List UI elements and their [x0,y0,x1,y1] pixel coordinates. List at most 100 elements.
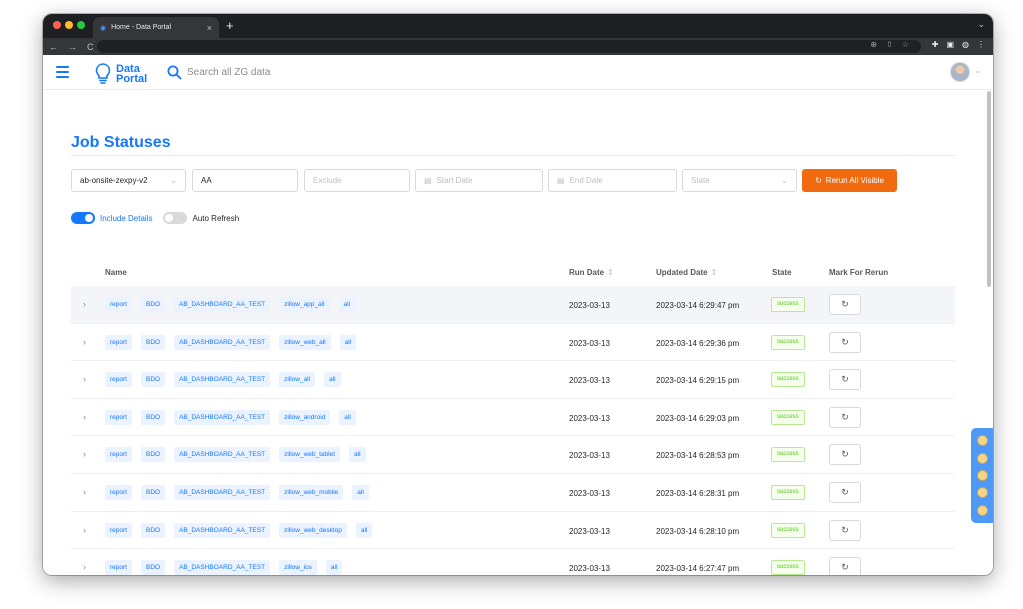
job-name-tags: report BDO AB_DASHBOARD_AA_TEST zillow_web_… [105,522,381,538]
table-row[interactable]: › report BDO AB_DASHBOARD_AA_TEST zillow_app… [71,286,955,324]
mark-for-rerun-button[interactable]: ↻ [829,294,861,315]
table-row[interactable]: › report BDO AB_DASHBOARD_AA_TEST zillow_web… [71,436,955,474]
expand-chevron-icon[interactable]: › [83,337,86,347]
title-divider [71,155,955,156]
mark-for-rerun-button[interactable]: ↻ [829,481,861,503]
tag-segment: all [339,334,357,350]
run-date: 2023-03-13 [569,338,610,348]
expand-chevron-icon[interactable]: › [83,449,86,459]
close-window-dot[interactable] [53,21,61,29]
chevron-down-icon[interactable]: ⌄ [974,66,981,75]
expand-chevron-icon[interactable]: › [83,487,86,497]
app-logo-text[interactable]: Data Portal [116,64,147,85]
lightbulb-logo-icon [95,63,111,84]
state-select[interactable]: State ⌄ [682,169,797,192]
header-updated-date[interactable]: Updated Date ⇕ [656,268,717,277]
hamburger-menu-icon[interactable] [56,66,69,81]
status-badge: success [771,297,805,312]
run-date: 2023-03-13 [569,301,610,310]
table-row[interactable]: › report BDO AB_DASHBOARD_AA_TEST zillow_web… [71,324,955,362]
mark-for-rerun-button[interactable]: ↻ [829,406,861,428]
sort-icon[interactable]: ⇕ [607,268,614,277]
emoji-face-icon[interactable] [976,504,988,516]
mark-for-rerun-button[interactable]: ↻ [829,331,861,353]
sort-icon[interactable]: ⇕ [711,268,718,277]
new-tab-button[interactable]: + [226,19,234,32]
include-filter-input[interactable]: AA [192,169,298,192]
sync-icon: ↻ [841,486,849,497]
mark-for-rerun-button[interactable]: ↻ [829,369,861,391]
bookmark-star-icon[interactable]: ☆ [902,40,909,49]
tab-close-icon[interactable]: × [207,23,212,33]
mark-for-rerun-button[interactable]: ↻ [829,444,861,466]
browser-tab[interactable]: ◉ Home - Data Portal × [93,17,219,38]
auto-refresh-toggle[interactable] [163,212,188,224]
maximize-window-dot[interactable] [77,21,85,29]
emoji-face-icon[interactable] [976,452,988,464]
expand-chevron-icon[interactable]: › [83,374,86,384]
menu-kebab-icon[interactable]: ⋮ [977,40,985,49]
tag-team: BDO [140,447,166,463]
mark-for-rerun-button[interactable]: ↻ [829,557,861,575]
toggle-row: Include Details Auto Refresh [71,212,239,224]
calendar-icon: ▤ [557,176,565,185]
job-name-tags: report BDO AB_DASHBOARD_AA_TEST zillow_app_… [105,297,364,312]
expand-chevron-icon[interactable]: › [83,525,86,535]
emoji-face-icon[interactable] [976,435,988,447]
emoji-face-icon[interactable] [976,487,988,499]
profile-icon[interactable]: ◍ [962,40,969,49]
tag-segment: all [339,409,356,425]
rerun-all-visible-button[interactable]: ↻ Rerun All Visible [802,169,897,192]
table-row[interactable]: › report BDO AB_DASHBOARD_AA_TEST zillow_web… [71,512,955,550]
tag-team: BDO [140,409,166,425]
tab-search-chevron-icon[interactable]: ⌄ [977,19,985,30]
calendar-icon: ▤ [424,176,432,185]
lightbulb-icon: ◉ [100,24,107,32]
table-row[interactable]: › report BDO AB_DASHBOARD_AA_TEST zillow_ios… [71,549,955,575]
page-scrollbar[interactable] [987,91,991,287]
expand-chevron-icon[interactable]: › [83,412,86,422]
updated-date: 2023-03-14 6:29:36 pm [656,338,740,348]
experiment-select[interactable]: ab-onsite-zexpy-v2 ⌄ [71,169,186,192]
header-run-date-label: Run Date [569,268,605,277]
updated-date: 2023-03-14 6:27:47 pm [656,564,740,574]
feedback-widget[interactable] [971,428,993,523]
tag-team: BDO [140,560,166,575]
tag-segment: all [352,484,369,500]
exclude-filter-input[interactable]: Exclude [304,169,410,192]
share-icon[interactable]: ⇧ [886,40,893,49]
include-filter-value: AA [201,176,212,185]
table-row[interactable]: › report BDO AB_DASHBOARD_AA_TEST zillow_web… [71,474,955,512]
tag-dashboard: AB_DASHBOARD_AA_TEST [174,334,271,350]
zoom-icon[interactable]: ⊕ [870,40,877,49]
table-row[interactable]: › report BDO AB_DASHBOARD_AA_TEST zillow_and… [71,399,955,437]
header-updated-date-label: Updated Date [656,268,708,277]
tag-platform: zillow_android [279,409,331,425]
expand-chevron-icon[interactable]: › [83,299,86,309]
back-icon[interactable]: ← [49,42,58,52]
emoji-face-icon[interactable] [976,469,988,481]
start-date-picker[interactable]: ▤ Start Date [415,169,543,192]
search-input[interactable]: Search all ZG data [187,67,270,78]
end-date-picker[interactable]: ▤ End Date [548,169,677,192]
status-badge: success [771,409,805,425]
reload-icon[interactable]: C [87,42,94,52]
address-bar[interactable] [97,40,921,53]
run-date: 2023-03-13 [569,451,610,461]
exclude-placeholder: Exclude [313,176,342,185]
forward-icon[interactable]: → [68,42,77,52]
avatar[interactable] [950,62,970,82]
global-search[interactable]: Search all ZG data [167,65,270,80]
include-details-toggle[interactable] [71,212,95,224]
table-row[interactable]: › report BDO AB_DASHBOARD_AA_TEST zillow_all… [71,361,955,399]
minimize-window-dot[interactable] [65,21,73,29]
page-title: Job Statuses [71,134,171,151]
sidepanel-icon[interactable]: ▣ [946,40,954,49]
mark-for-rerun-button[interactable]: ↻ [829,519,861,541]
header-run-date[interactable]: Run Date ⇕ [569,268,614,277]
extensions-icon[interactable]: ✚ [932,40,939,49]
run-date: 2023-03-13 [569,488,610,498]
status-badge: success [771,447,805,463]
expand-chevron-icon[interactable]: › [83,562,86,572]
tag-segment: all [325,560,343,575]
